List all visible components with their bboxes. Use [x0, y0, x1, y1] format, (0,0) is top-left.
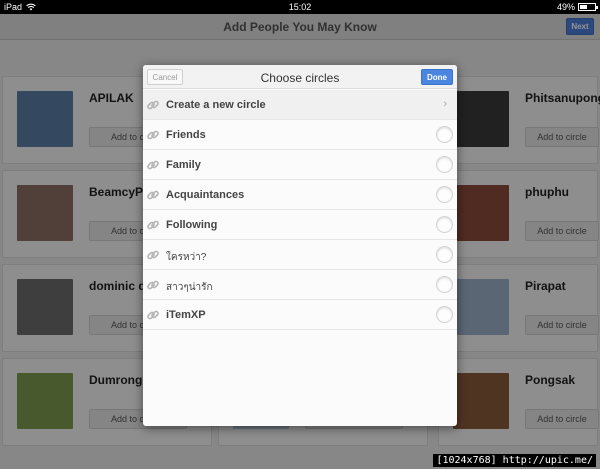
circle-row-custom-1[interactable]: ใครหว่า? — [143, 240, 457, 270]
create-circle-label: Create a new circle — [166, 99, 266, 111]
circle-label: ใครหว่า? — [166, 252, 207, 263]
circle-row-custom-2[interactable]: สาวๆน่ารัก — [143, 270, 457, 300]
circle-label: Family — [166, 159, 201, 171]
circle-label: iTemXP — [166, 309, 206, 321]
status-time: 15:02 — [288, 2, 312, 12]
link-icon — [147, 220, 159, 230]
dialog-header: Cancel Choose circles Done — [143, 65, 457, 89]
circle-label: Following — [166, 219, 218, 231]
circle-checkbox[interactable] — [436, 246, 453, 263]
link-icon — [147, 280, 159, 290]
done-button[interactable]: Done — [421, 69, 453, 85]
circle-label: สาวๆน่ารัก — [166, 282, 213, 293]
circle-checkbox[interactable] — [436, 186, 453, 203]
circle-row-following[interactable]: Following — [143, 210, 457, 240]
watermark: [1024x768] http://upic.me/ — [433, 454, 596, 467]
circle-row-itemxp[interactable]: iTemXP — [143, 300, 457, 330]
circle-checkbox[interactable] — [436, 156, 453, 173]
circle-row-acquaintances[interactable]: Acquaintances — [143, 180, 457, 210]
chevron-right-icon: › — [443, 98, 447, 110]
battery-icon — [578, 3, 598, 11]
circle-checkbox[interactable] — [436, 216, 453, 233]
circle-row-friends[interactable]: Friends — [143, 120, 457, 150]
circle-label: Friends — [166, 129, 206, 141]
circle-checkbox[interactable] — [436, 126, 453, 143]
battery-percent: 49% — [556, 2, 575, 12]
create-circle-row[interactable]: Create a new circle › — [143, 90, 457, 120]
circle-label: Acquaintances — [166, 189, 245, 201]
choose-circles-dialog: Cancel Choose circles Done Create a new … — [143, 65, 457, 426]
circle-row-family[interactable]: Family — [143, 150, 457, 180]
circle-checkbox[interactable] — [436, 306, 453, 323]
link-icon — [147, 250, 159, 260]
circle-checkbox[interactable] — [436, 276, 453, 293]
link-icon — [147, 130, 159, 140]
link-icon — [147, 190, 159, 200]
link-icon — [147, 160, 159, 170]
status-bar: iPad 15:02 49% — [0, 0, 600, 14]
app-screen: Add People You May Know Next APILAK Add … — [0, 14, 600, 469]
link-icon — [147, 100, 159, 110]
dialog-title: Choose circles — [260, 71, 340, 85]
link-icon — [147, 310, 159, 320]
